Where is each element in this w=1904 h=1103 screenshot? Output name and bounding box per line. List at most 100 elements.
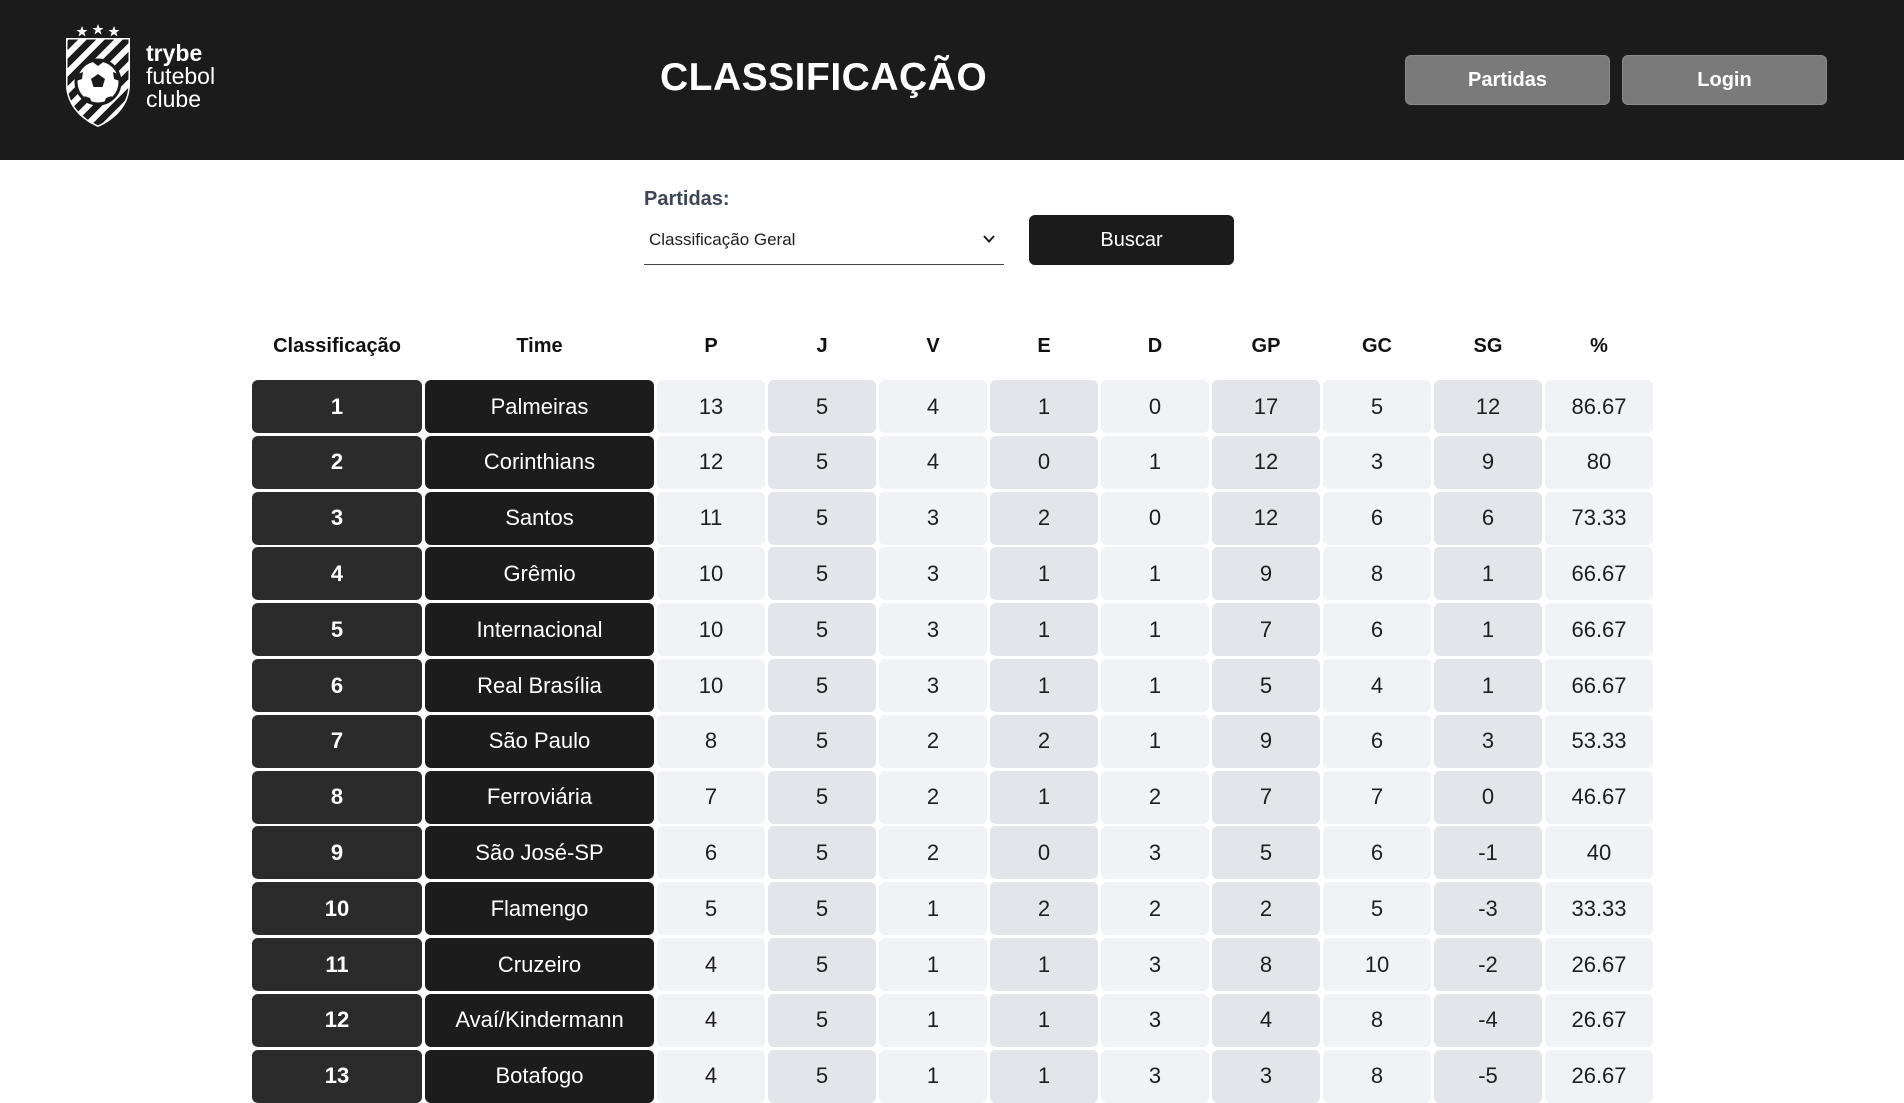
cell-games: 5 [768,547,876,601]
cell-rank: 13 [252,1049,422,1103]
cell-losses: 3 [1101,993,1209,1047]
cell-points: 7 [657,770,765,824]
cell-goals-for: 12 [1212,435,1320,489]
cell-rank: 6 [252,659,422,712]
cell-goal-diff: -3 [1434,882,1542,936]
cell-goals-against: 8 [1323,547,1431,601]
cell-wins: 2 [879,770,987,824]
cell-team: Palmeiras [425,380,654,433]
cell-games: 5 [768,659,876,712]
cell-goals-for: 17 [1212,380,1320,433]
header: trybe futebol clube CLASSIFICAÇÃO Partid… [0,0,1904,160]
cell-losses: 1 [1101,603,1209,657]
table-row: 5 Internacional 10 5 3 1 1 7 6 1 66.67 [252,603,1653,657]
cell-rank: 5 [252,603,422,657]
cell-efficiency: 46.67 [1545,770,1653,824]
logo-line-2: futebol [146,62,216,89]
cell-points: 4 [657,938,765,991]
cell-draws: 2 [990,491,1098,545]
matches-nav-button[interactable]: Partidas [1405,55,1610,105]
logo[interactable]: trybe futebol clube [60,24,215,128]
cell-losses: 3 [1101,1049,1209,1103]
cell-efficiency: 86.67 [1545,380,1653,433]
column-header-goals-for: GP [1251,334,1281,357]
table-row: 9 São José-SP 6 5 2 0 3 5 6 -1 40 [252,826,1653,880]
cell-goal-diff: 0 [1434,770,1542,824]
cell-losses: 3 [1101,938,1209,991]
cell-team: Avaí/Kindermann [425,993,654,1047]
cell-points: 4 [657,993,765,1047]
logo-text: trybe futebol clube [146,39,216,111]
cell-draws: 1 [990,1049,1098,1103]
cell-goals-against: 6 [1323,603,1431,657]
cell-games: 5 [768,770,876,824]
cell-losses: 2 [1101,770,1209,824]
cell-goal-diff: 6 [1434,491,1542,545]
cell-goals-for: 7 [1212,603,1320,657]
cell-team: Internacional [425,603,654,657]
cell-games: 5 [768,714,876,768]
column-header-efficiency: % [1590,334,1608,357]
cell-games: 5 [768,491,876,545]
column-header-points: P [704,334,718,357]
cell-goals-for: 4 [1212,993,1320,1047]
login-button[interactable]: Login [1622,55,1827,105]
cell-rank: 1 [252,380,422,433]
cell-goal-diff: 9 [1434,435,1542,489]
table-row: 6 Real Brasília 10 5 3 1 1 5 4 1 66.67 [252,659,1653,712]
cell-wins: 4 [879,435,987,489]
cell-draws: 1 [990,770,1098,824]
cell-efficiency: 40 [1545,826,1653,880]
table-row: 11 Cruzeiro 4 5 1 1 3 8 10 -2 26.67 [252,938,1653,991]
cell-goals-for: 9 [1212,547,1320,601]
cell-points: 11 [657,491,765,545]
cell-points: 4 [657,1049,765,1103]
column-header-rank: Classificação [273,334,401,357]
chevron-down-icon [983,235,995,243]
cell-team: Grêmio [425,547,654,601]
cell-games: 5 [768,1049,876,1103]
cell-goal-diff: 1 [1434,547,1542,601]
cell-points: 10 [657,603,765,657]
cell-wins: 1 [879,938,987,991]
column-header-draws: E [1037,334,1051,357]
column-header-team: Time [516,334,563,357]
search-button[interactable]: Buscar [1029,215,1234,265]
cell-games: 5 [768,938,876,991]
cell-team: Ferroviária [425,770,654,824]
cell-rank: 4 [252,547,422,601]
cell-rank: 8 [252,770,422,824]
cell-goal-diff: -4 [1434,993,1542,1047]
cell-games: 5 [768,882,876,936]
cell-wins: 3 [879,659,987,712]
cell-goals-against: 6 [1323,826,1431,880]
cell-losses: 1 [1101,435,1209,489]
cell-wins: 3 [879,491,987,545]
cell-team: São Paulo [425,714,654,768]
table-row: 12 Avaí/Kindermann 4 5 1 1 3 4 8 -4 26.67 [252,993,1653,1047]
cell-rank: 3 [252,491,422,545]
cell-draws: 1 [990,659,1098,712]
cell-points: 10 [657,547,765,601]
cell-points: 8 [657,714,765,768]
cell-wins: 3 [879,547,987,601]
cell-goals-against: 4 [1323,659,1431,712]
leaderboard-filter-select[interactable]: Classificação Geral [644,215,1004,265]
cell-games: 5 [768,603,876,657]
cell-games: 5 [768,435,876,489]
cell-wins: 1 [879,993,987,1047]
cell-games: 5 [768,380,876,433]
page-title: CLASSIFICAÇÃO [660,56,988,99]
cell-rank: 10 [252,882,422,936]
cell-efficiency: 66.67 [1545,547,1653,601]
cell-goals-against: 6 [1323,491,1431,545]
cell-efficiency: 66.67 [1545,603,1653,657]
cell-goals-against: 8 [1323,1049,1431,1103]
table-row: 2 Corinthians 12 5 4 0 1 12 3 9 80 [252,435,1653,489]
cell-losses: 1 [1101,659,1209,712]
cell-losses: 1 [1101,547,1209,601]
logo-line-1: trybe [146,39,203,66]
cell-losses: 2 [1101,882,1209,936]
cell-efficiency: 26.67 [1545,993,1653,1047]
cell-wins: 3 [879,603,987,657]
